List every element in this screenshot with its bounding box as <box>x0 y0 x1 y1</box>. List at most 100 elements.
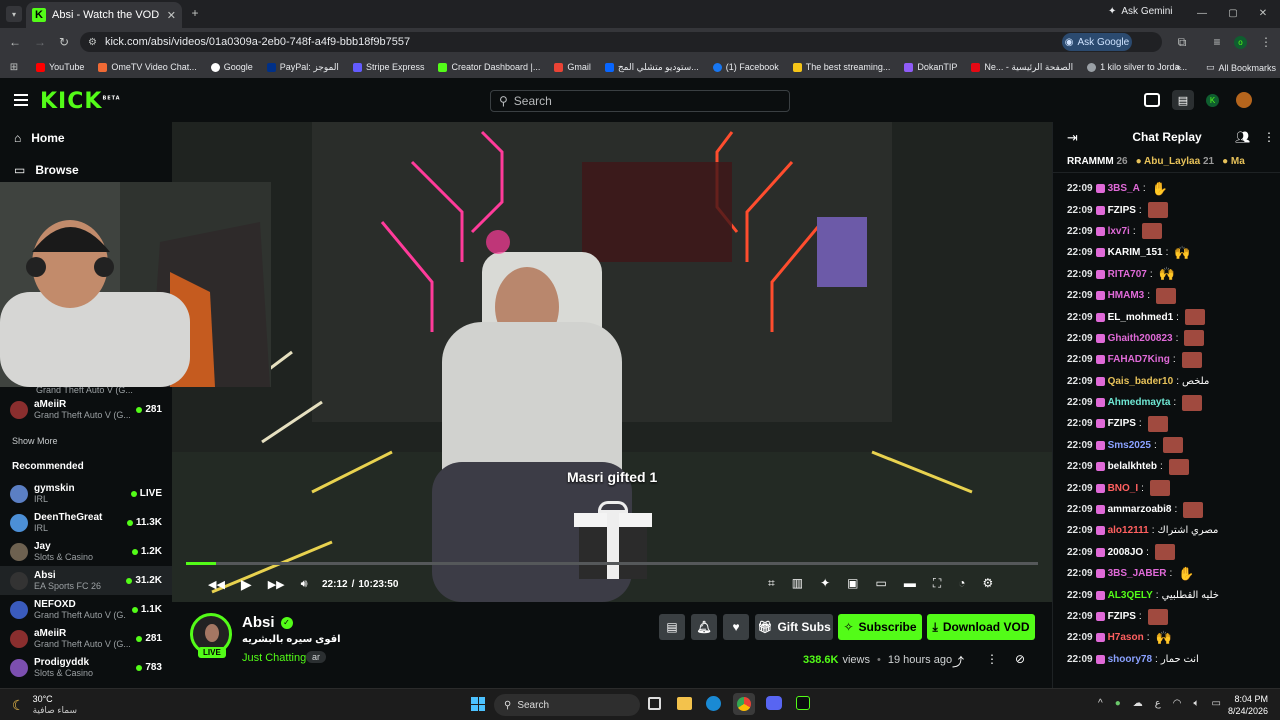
bookmark-item[interactable]: ستوديو متشلي المج... <box>604 62 699 73</box>
chrome-taskbar-button[interactable] <box>733 693 755 715</box>
maximize-icon[interactable]: ▢ <box>1227 7 1239 19</box>
taskbar-search[interactable]: ⚲ Search <box>494 694 640 716</box>
share-icon[interactable]: ⤴ <box>952 653 964 670</box>
apps-grid-icon[interactable]: ⊞ <box>8 61 20 73</box>
chat-username[interactable]: lxv7i <box>1108 226 1130 237</box>
theater-mode-icon[interactable] <box>1144 93 1160 107</box>
reload-icon[interactable]: ↻ <box>57 35 71 49</box>
chat-username[interactable]: FAHAD7King <box>1108 354 1170 365</box>
more-options-icon[interactable]: ⋮ <box>986 652 998 666</box>
bookmark-item[interactable]: Creator Dashboard |... <box>438 62 540 72</box>
chat-username[interactable]: 2008JO <box>1108 547 1144 558</box>
chat-username[interactable]: H7ason <box>1108 632 1144 643</box>
theater-icon[interactable]: ▬ <box>904 576 916 591</box>
ask-gemini-button[interactable]: ✦ Ask Gemini <box>1108 6 1173 17</box>
chat-username[interactable]: Qais_bader10 <box>1108 376 1174 387</box>
back-icon[interactable]: ← <box>8 35 22 49</box>
more-bookmarks-icon[interactable]: » <box>1176 62 1181 72</box>
chat-username[interactable]: alo12111 <box>1108 525 1149 536</box>
video-player[interactable]: Masri gifted 1 <box>172 122 1052 602</box>
bookmark-item[interactable]: 1 kilo silver to Jorda... <box>1087 62 1187 72</box>
chat-menu-icon[interactable]: ⋮ <box>1263 130 1275 144</box>
bookmark-item[interactable]: Google <box>210 62 253 72</box>
recommended-channel[interactable]: DeenTheGreat IRL 11.3K <box>0 508 172 537</box>
recommended-channel[interactable]: Jay Slots & Casino 1.2K <box>0 537 172 566</box>
discord-icon[interactable] <box>766 696 782 710</box>
bookmark-item[interactable]: DokanTIP <box>904 62 957 72</box>
recommended-channel[interactable]: Prodigyddk Slots & Casino 783 <box>0 653 172 682</box>
sparkle-icon[interactable]: ✦ <box>820 576 830 591</box>
recommended-channel[interactable]: aMeiiR Grand Theft Auto V (G... 281 <box>0 624 172 653</box>
clock[interactable]: 8:04 PM 8/24/2026 <box>1222 693 1268 717</box>
miniplayer-icon[interactable]: ▣ <box>847 576 858 591</box>
user-avatar[interactable] <box>1236 92 1252 108</box>
fast-forward-icon[interactable]: ▶▶ <box>268 578 285 591</box>
forward-icon[interactable]: → <box>33 35 47 49</box>
tray-app-icon[interactable]: ● <box>1115 698 1121 709</box>
play-icon[interactable]: ▶ <box>241 576 252 593</box>
progress-track[interactable] <box>186 562 1038 565</box>
sidebar-item-home[interactable]: ⌂ Home <box>0 122 172 154</box>
input-language[interactable]: ع <box>1155 698 1161 709</box>
gifter[interactable]: ● Abu_Laylaa 21 <box>1136 156 1215 167</box>
kick-app-icon[interactable] <box>796 696 810 710</box>
bookmark-item[interactable]: (1) Facebook <box>712 62 779 72</box>
weather-widget[interactable]: ☾ 30°C سماء صافية <box>12 694 77 716</box>
kick-rewards-icon[interactable]: K <box>1206 94 1219 107</box>
bookmark-item[interactable]: The best streaming... <box>792 62 890 72</box>
tab-close-icon[interactable]: ✕ <box>167 9 176 22</box>
gift-subs-button[interactable]: 🎁︎ Gift Subs <box>755 614 833 640</box>
chat-username[interactable]: shoory78 <box>1108 654 1152 665</box>
windows-start-icon[interactable] <box>471 697 485 711</box>
recommended-channel[interactable]: NEFOXD Grand Theft Auto V (G... 1.1K <box>0 595 172 624</box>
file-explorer-icon[interactable] <box>677 697 692 710</box>
chat-username[interactable]: ammarzoabi8 <box>1108 504 1172 515</box>
clips-button[interactable]: ▤ <box>659 614 685 640</box>
chat-username[interactable]: FZIPS <box>1108 418 1136 429</box>
volume-icon[interactable]: 🔊︎ <box>301 578 308 591</box>
search-input[interactable]: ⚲ Search <box>490 90 790 112</box>
address-bar[interactable]: ⚙ kick.com/absi/videos/01a0309a-2eb0-748… <box>80 32 1162 52</box>
cast-icon[interactable]: ▭ <box>876 576 887 591</box>
chat-username[interactable]: AL3QELY <box>1108 590 1153 601</box>
subscribe-button[interactable]: ✧ Subscribe <box>838 614 922 640</box>
notify-button[interactable]: 🔔︎ <box>691 614 717 640</box>
speaker-icon[interactable]: 🔈︎ <box>1193 698 1199 709</box>
vod-icon[interactable]: ▤ <box>1172 90 1194 110</box>
chat-username[interactable]: HMAM3 <box>1108 290 1145 301</box>
chat-username[interactable]: FZIPS <box>1108 611 1136 622</box>
language-tag[interactable]: ar <box>306 651 327 663</box>
chat-username[interactable]: KARIM_151 <box>1108 247 1163 258</box>
wifi-icon[interactable]: ◠ <box>1173 698 1182 709</box>
users-icon[interactable]: 👥︎ <box>1235 130 1250 144</box>
browser-menu-icon[interactable]: ⋮ <box>1260 35 1272 49</box>
profile-avatar[interactable]: o <box>1234 36 1247 49</box>
chat-username[interactable]: Sms2025 <box>1108 440 1151 451</box>
hamburger-menu-icon[interactable] <box>14 94 28 106</box>
tray-cloud-icon[interactable]: ☁ <box>1133 698 1143 709</box>
all-bookmarks-button[interactable]: ▭ All Bookmarks <box>1206 62 1276 73</box>
close-window-icon[interactable]: ✕ <box>1257 7 1269 19</box>
speed-icon[interactable]: ◔ <box>958 576 965 591</box>
streamer-name[interactable]: Absi <box>242 614 275 631</box>
bookmark-item[interactable]: YouTube <box>36 62 84 72</box>
show-more-link[interactable]: Show More <box>12 436 58 446</box>
chat-username[interactable]: FZIPS <box>1108 205 1136 216</box>
follow-button[interactable]: ♥ <box>723 614 749 640</box>
extensions-icon[interactable]: ⧉ <box>1175 35 1189 49</box>
gifter[interactable]: RRAMMM 26 <box>1067 156 1128 167</box>
following-channel[interactable]: aMeiiR Grand Theft Auto V (G... 281 <box>0 395 172 424</box>
settings-gear-icon[interactable]: ⚙ <box>983 576 994 591</box>
chat-username[interactable]: 3BS_JABER <box>1108 568 1167 579</box>
fullscreen-icon[interactable]: ⛶ <box>933 576 941 591</box>
clip-icon[interactable]: ⌗ <box>768 576 775 591</box>
tab-active[interactable]: K Absi - Watch the VOD on Kick ✕ <box>26 2 182 28</box>
new-tab-icon[interactable]: + <box>188 6 202 20</box>
hide-chat-icon[interactable]: ⊘ <box>1015 652 1025 666</box>
chat-username[interactable]: EL_mohmed1 <box>1108 312 1174 323</box>
chat-username[interactable]: 3BS_A <box>1108 183 1140 194</box>
stats-icon[interactable]: ▥ <box>792 576 803 591</box>
category-link[interactable]: Just Chatting <box>242 652 306 664</box>
task-view-icon[interactable] <box>648 697 661 710</box>
edge-icon[interactable] <box>706 696 721 711</box>
